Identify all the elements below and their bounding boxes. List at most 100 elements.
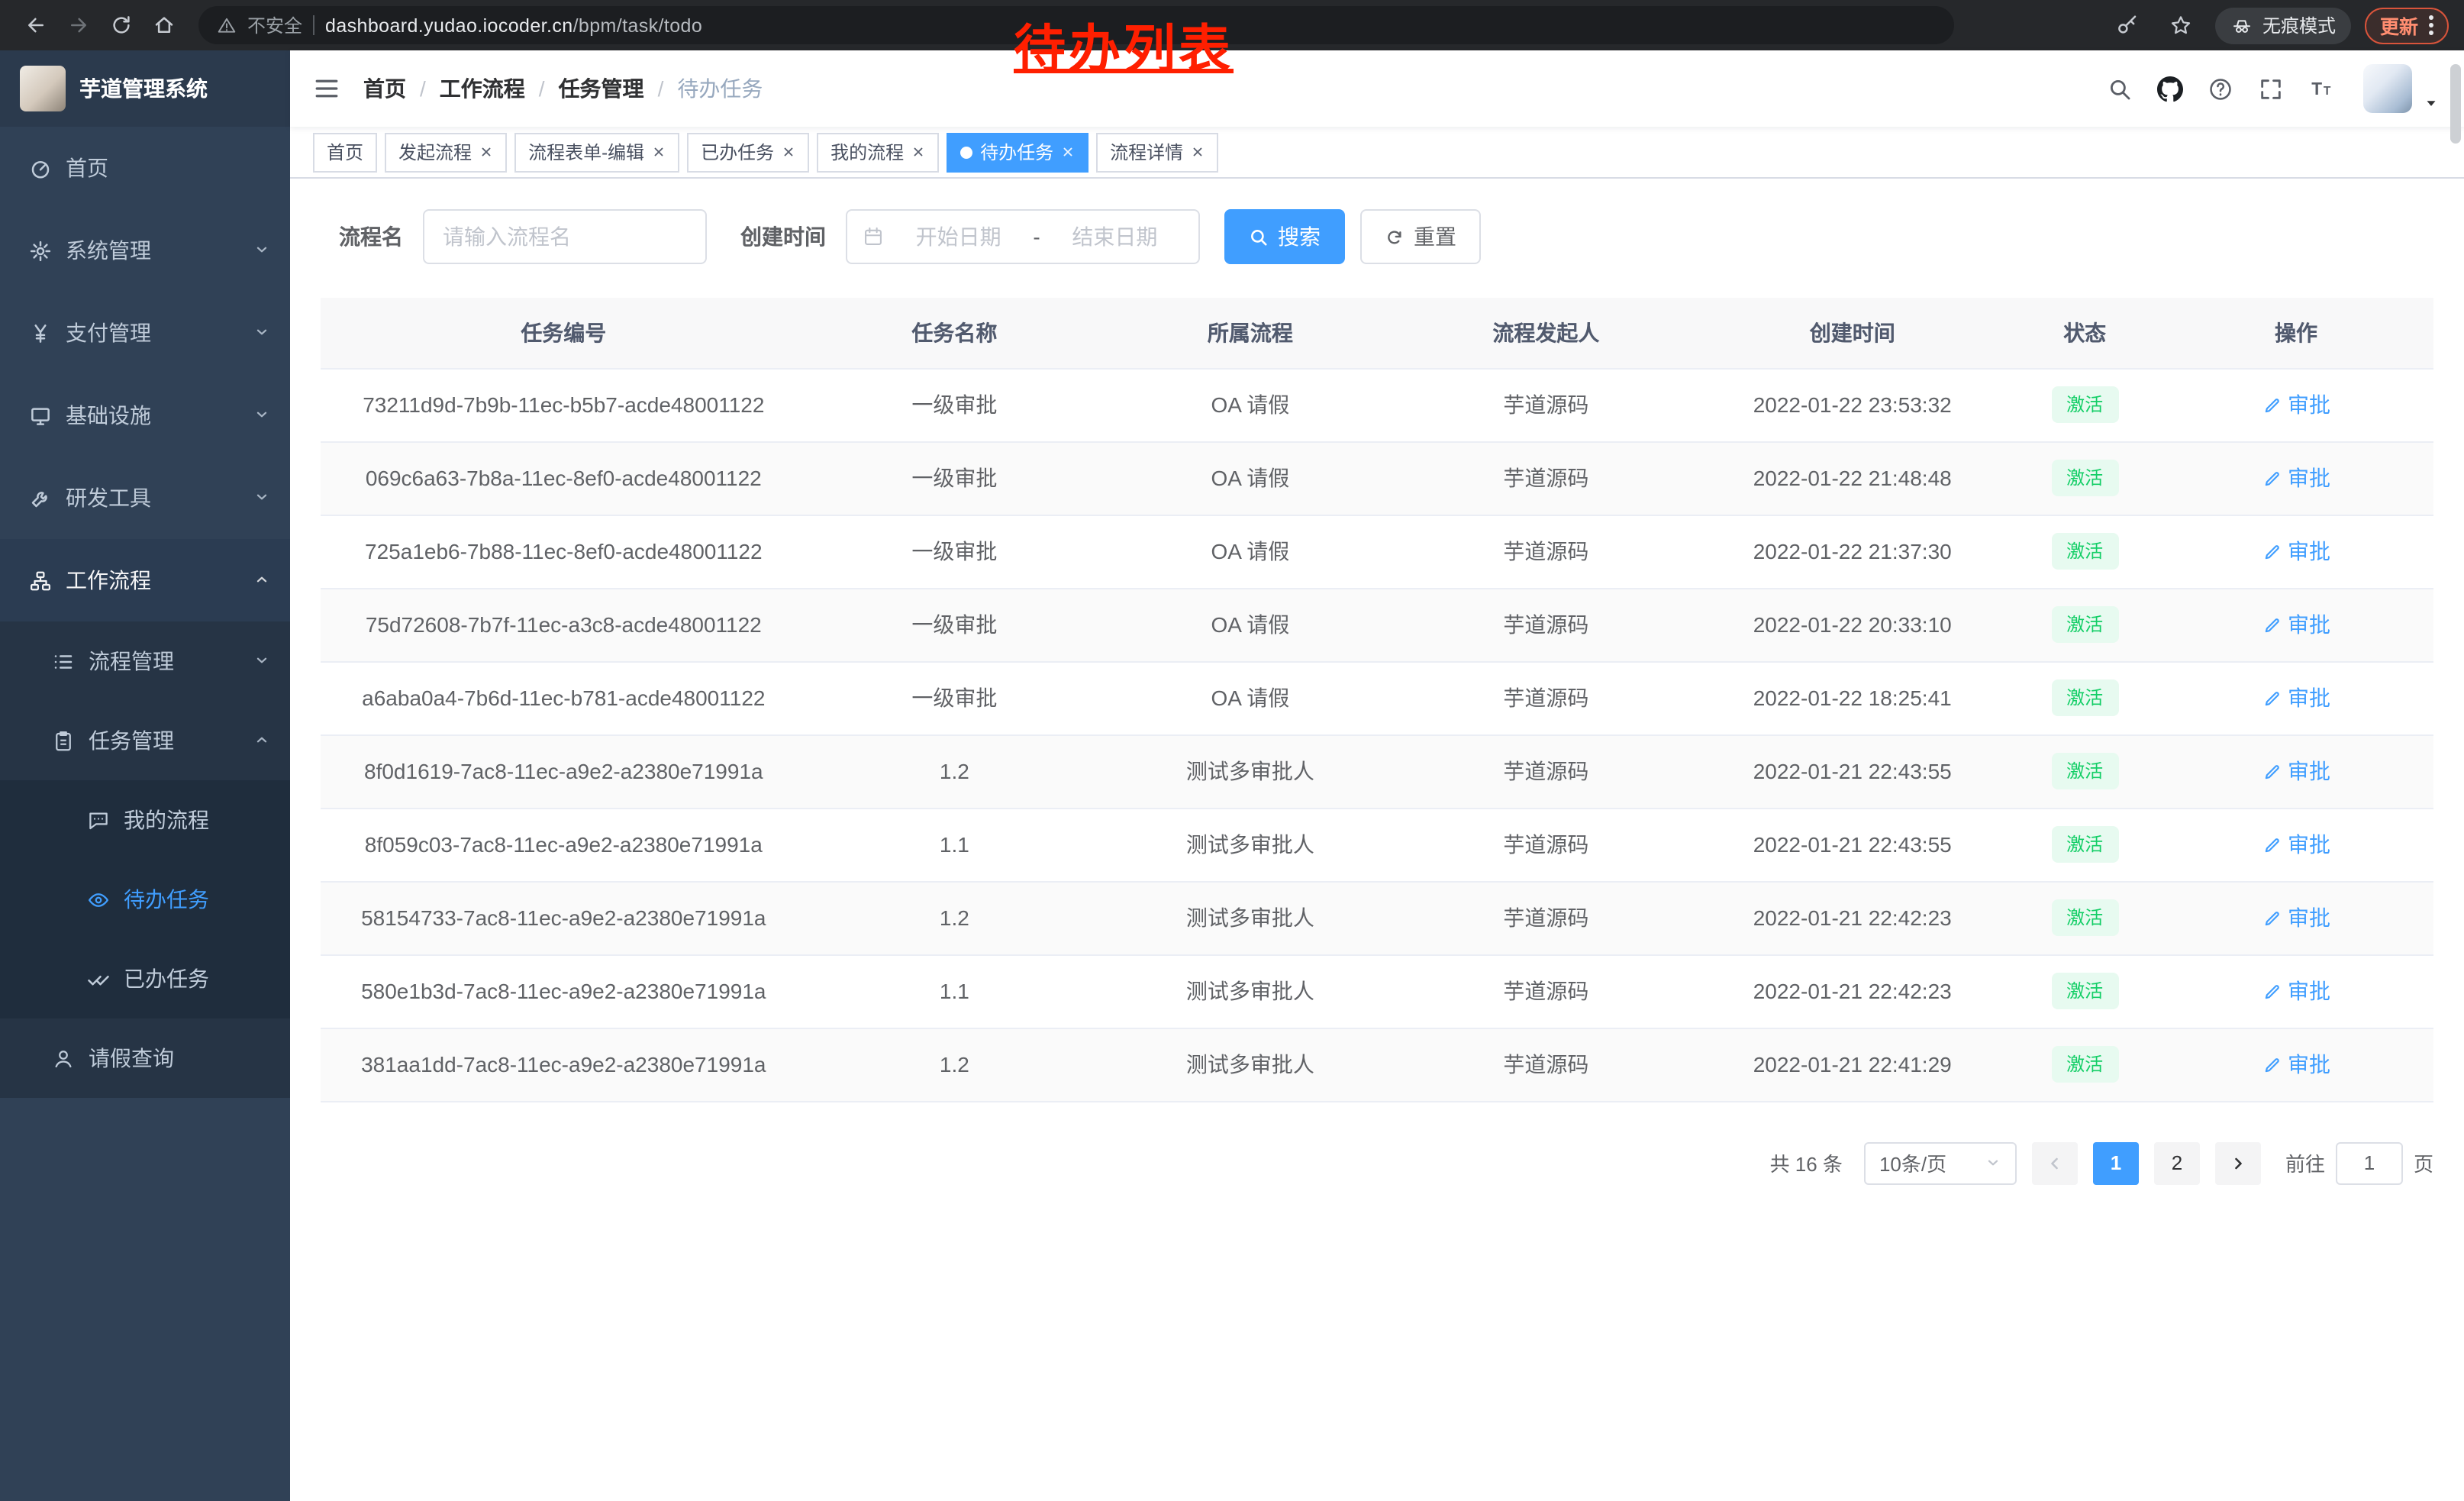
edit-icon <box>2262 688 2282 708</box>
cell-created: 2022-01-21 22:41:29 <box>1694 1028 2011 1101</box>
cell-task-name: 一级审批 <box>807 588 1103 661</box>
sidebar-item-payment[interactable]: 支付管理 <box>0 292 290 374</box>
reload-icon[interactable] <box>101 5 140 45</box>
tab-start-process[interactable]: 发起流程 <box>385 132 507 172</box>
cell-created: 2022-01-22 20:33:10 <box>1694 588 2011 661</box>
approve-link[interactable]: 审批 <box>2262 536 2330 567</box>
cell-process: OA 请假 <box>1102 661 1398 734</box>
sidebar-item-leave-query[interactable]: 请假查询 <box>0 1018 290 1098</box>
table-row: 069c6a63-7b8a-11ec-8ef0-acde48001122 一级审… <box>321 441 2433 515</box>
date-range-picker[interactable]: 开始日期 - 结束日期 <box>846 209 1200 264</box>
cell-process: 测试多审批人 <box>1102 1028 1398 1101</box>
sidebar-item-workflow[interactable]: 工作流程 <box>0 539 290 621</box>
cell-task-name: 一级审批 <box>807 368 1103 441</box>
cell-actions: 审批 <box>2159 954 2433 1028</box>
fullscreen-icon[interactable] <box>2250 69 2290 108</box>
tab-process-detail[interactable]: 流程详情 <box>1096 132 1218 172</box>
sidebar-item-done-tasks[interactable]: 已办任务 <box>0 939 290 1018</box>
cell-status: 激活 <box>2011 588 2159 661</box>
incognito-icon <box>2230 14 2253 37</box>
back-icon[interactable] <box>15 5 55 45</box>
next-page-button[interactable] <box>2215 1141 2261 1184</box>
tab-todo-tasks[interactable]: 待办任务 <box>947 132 1088 172</box>
approve-link[interactable]: 审批 <box>2262 389 2330 420</box>
github-icon[interactable] <box>2150 69 2189 108</box>
close-icon[interactable] <box>911 145 925 159</box>
sidebar-item-my-process[interactable]: 我的流程 <box>0 780 290 860</box>
sidebar-item-devtools[interactable]: 研发工具 <box>0 457 290 539</box>
close-icon[interactable] <box>479 145 493 159</box>
star-icon[interactable] <box>2162 5 2201 45</box>
approve-link[interactable]: 审批 <box>2262 756 2330 786</box>
cell-process: 测试多审批人 <box>1102 954 1398 1028</box>
avatar[interactable] <box>2363 64 2412 113</box>
cell-task-id: 580e1b3d-7ac8-11ec-a9e2-a2380e71991a <box>321 954 807 1028</box>
tab-home[interactable]: 首页 <box>313 132 377 172</box>
close-icon[interactable] <box>652 145 666 159</box>
annotation-overlay: 待办列表 <box>1014 8 1234 82</box>
prev-page-button[interactable] <box>2032 1141 2078 1184</box>
table-row: 381aa1dd-7ac8-11ec-a9e2-a2380e71991a 1.2… <box>321 1028 2433 1101</box>
sidebar-item-todo-tasks[interactable]: 待办任务 <box>0 860 290 939</box>
approve-link[interactable]: 审批 <box>2262 902 2330 933</box>
update-label: 更新 <box>2380 11 2418 40</box>
key-icon[interactable] <box>2108 5 2148 45</box>
approve-link[interactable]: 审批 <box>2262 683 2330 713</box>
tab-process-form-edit[interactable]: 流程表单-编辑 <box>514 132 679 172</box>
help-icon[interactable] <box>2200 69 2240 108</box>
goto-page-input[interactable] <box>2336 1141 2403 1184</box>
svg-text:T: T <box>2323 84 2330 97</box>
sidebar-item-home[interactable]: 首页 <box>0 127 290 209</box>
menu-dots-icon[interactable] <box>2429 15 2433 35</box>
scrollbar-thumb[interactable] <box>2450 64 2461 144</box>
sidebar-item-process-management[interactable]: 流程管理 <box>0 621 290 701</box>
page-size-select[interactable]: 10条/页 <box>1864 1141 2017 1184</box>
reset-button[interactable]: 重置 <box>1360 209 1481 264</box>
cell-actions: 审批 <box>2159 1028 2433 1101</box>
sidebar-item-label: 工作流程 <box>66 565 151 596</box>
home-icon[interactable] <box>144 5 183 45</box>
breadcrumb-workflow[interactable]: 工作流程 <box>440 73 525 104</box>
approve-link[interactable]: 审批 <box>2262 609 2330 640</box>
approve-link[interactable]: 审批 <box>2262 463 2330 493</box>
page-button-1[interactable]: 1 <box>2093 1141 2139 1184</box>
sidebar-item-label: 系统管理 <box>66 235 151 266</box>
cell-initiator: 芋道源码 <box>1398 954 1695 1028</box>
avatar-caret-icon[interactable] <box>2423 94 2440 111</box>
sidebar-item-label: 基础设施 <box>66 400 151 431</box>
hamburger-icon[interactable] <box>290 75 363 102</box>
cell-task-name: 1.2 <box>807 1028 1103 1101</box>
tab-my-process[interactable]: 我的流程 <box>817 132 939 172</box>
close-icon[interactable] <box>1061 145 1075 159</box>
sidebar-item-infrastructure[interactable]: 基础设施 <box>0 374 290 457</box>
app-title: 芋道管理系统 <box>79 73 208 104</box>
search-button[interactable]: 搜索 <box>1224 209 1345 264</box>
font-size-icon[interactable]: TT <box>2301 69 2340 108</box>
cell-task-id: 73211d9d-7b9b-11ec-b5b7-acde48001122 <box>321 368 807 441</box>
cell-task-id: 8f059c03-7ac8-11ec-a9e2-a2380e71991a <box>321 808 807 881</box>
sidebar-item-task-management[interactable]: 任务管理 <box>0 701 290 780</box>
pagination: 共 16 条 10条/页 1 2 前往 <box>321 1141 2433 1230</box>
close-icon[interactable] <box>782 145 795 159</box>
sidebar-item-label: 待办任务 <box>124 884 209 915</box>
page-button-2[interactable]: 2 <box>2154 1141 2200 1184</box>
update-button[interactable]: 更新 <box>2365 7 2449 44</box>
tool-icon <box>29 486 52 509</box>
breadcrumb-home[interactable]: 首页 <box>363 73 406 104</box>
approve-link[interactable]: 审批 <box>2262 829 2330 860</box>
tab-label: 流程表单-编辑 <box>528 139 644 165</box>
page-size-value: 10条/页 <box>1879 1148 1946 1177</box>
breadcrumb-task-management[interactable]: 任务管理 <box>559 73 644 104</box>
app-logo[interactable]: 芋道管理系统 <box>0 50 290 127</box>
cell-task-name: 1.2 <box>807 734 1103 808</box>
breadcrumb: 首页 / 工作流程 / 任务管理 / 待办任务 <box>363 73 763 104</box>
cell-task-name: 一级审批 <box>807 661 1103 734</box>
approve-link[interactable]: 审批 <box>2262 976 2330 1006</box>
approve-link[interactable]: 审批 <box>2262 1049 2330 1080</box>
tab-done-tasks[interactable]: 已办任务 <box>687 132 809 172</box>
close-icon[interactable] <box>1191 145 1205 159</box>
sidebar-item-system[interactable]: 系统管理 <box>0 209 290 292</box>
search-icon[interactable] <box>2099 69 2139 108</box>
forward-icon[interactable] <box>58 5 98 45</box>
process-name-input[interactable] <box>423 209 707 264</box>
